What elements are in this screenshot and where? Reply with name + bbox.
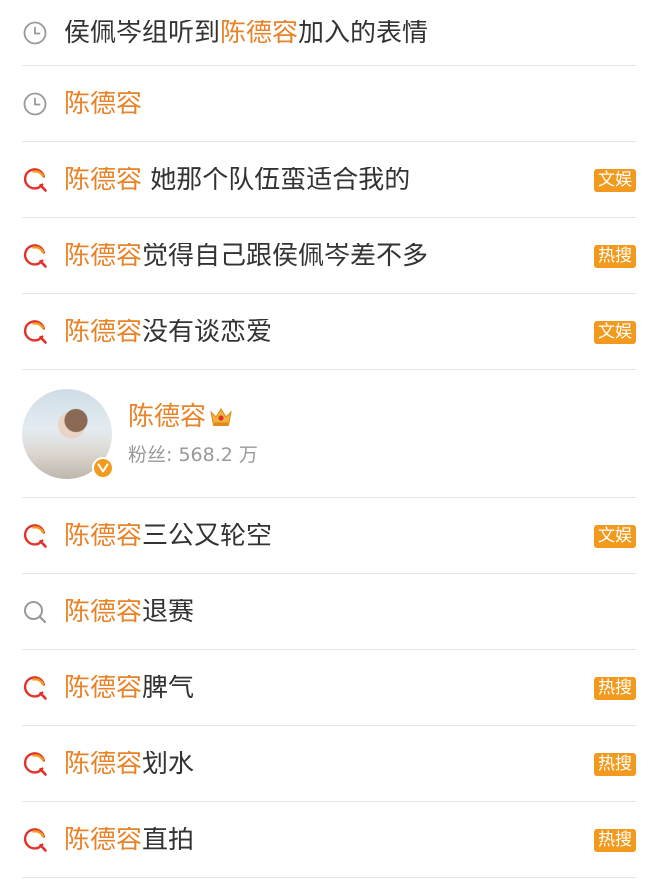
history-item[interactable]: 陈德容 xyxy=(0,66,660,142)
hot-suggestion-item[interactable]: 陈德容直拍 热搜 xyxy=(0,802,660,878)
suggestion-text: 陈德容直拍 xyxy=(64,827,195,853)
suggestion-text: 陈德容 她那个队伍蛮适合我的 xyxy=(64,167,411,193)
category-badge: 文娱 xyxy=(594,168,636,192)
search-icon xyxy=(22,599,48,625)
hot-suggestion-item[interactable]: 陈德容脾气 热搜 xyxy=(0,650,660,726)
suggestion-text: 陈德容三公又轮空 xyxy=(64,523,273,549)
user-card[interactable]: 陈德容 粉丝: 568.2 万 xyxy=(0,370,660,498)
suggestion-text: 陈德容没有谈恋爱 xyxy=(64,319,273,345)
hot-search-icon xyxy=(22,243,48,269)
hot-suggestion-item[interactable]: 陈德容觉得自己跟侯佩岑差不多 热搜 xyxy=(0,218,660,294)
hot-search-icon xyxy=(22,827,48,853)
suggestion-text: 陈德容脾气 xyxy=(64,675,195,701)
clock-icon xyxy=(22,20,48,46)
avatar[interactable] xyxy=(22,389,114,479)
suggestion-text: 陈德容 xyxy=(64,91,143,117)
category-badge: 文娱 xyxy=(594,524,636,548)
verified-v-icon xyxy=(92,457,114,479)
hot-search-icon xyxy=(22,167,48,193)
category-badge: 热搜 xyxy=(594,244,636,268)
hot-search-icon xyxy=(22,523,48,549)
category-badge: 热搜 xyxy=(594,752,636,776)
category-badge: 热搜 xyxy=(594,828,636,852)
hot-suggestion-item[interactable]: 陈德容 她那个队伍蛮适合我的 文娱 xyxy=(0,142,660,218)
hot-suggestion-item[interactable]: 陈德容三公又轮空 文娱 xyxy=(0,498,660,574)
user-info: 陈德容 粉丝: 568.2 万 xyxy=(128,404,258,465)
hot-suggestion-item[interactable]: 陈德容划水 热搜 xyxy=(0,726,660,802)
crown-icon xyxy=(210,407,232,426)
category-badge: 文娱 xyxy=(594,320,636,344)
hot-search-icon xyxy=(22,751,48,777)
search-suggestion-list: 侯佩岑组听到陈德容加入的表情 陈德容 陈德容 她那个队伍蛮适合我的 文娱 陈德容… xyxy=(0,0,660,878)
hot-suggestion-item[interactable]: 陈德容没有谈恋爱 文娱 xyxy=(0,294,660,370)
history-item[interactable]: 侯佩岑组听到陈德容加入的表情 xyxy=(0,0,660,66)
suggestion-text: 陈德容觉得自己跟侯佩岑差不多 xyxy=(64,243,429,269)
hot-search-icon xyxy=(22,319,48,345)
clock-icon xyxy=(22,91,48,117)
user-name[interactable]: 陈德容 xyxy=(128,404,206,430)
fans-count: 粉丝: 568.2 万 xyxy=(128,443,258,466)
suggestion-text: 陈德容划水 xyxy=(64,751,195,777)
suggestion-text: 陈德容退赛 xyxy=(64,599,195,625)
suggestion-text: 侯佩岑组听到陈德容加入的表情 xyxy=(64,20,429,46)
search-suggestion-item[interactable]: 陈德容退赛 xyxy=(0,574,660,650)
category-badge: 热搜 xyxy=(594,676,636,700)
hot-search-icon xyxy=(22,675,48,701)
